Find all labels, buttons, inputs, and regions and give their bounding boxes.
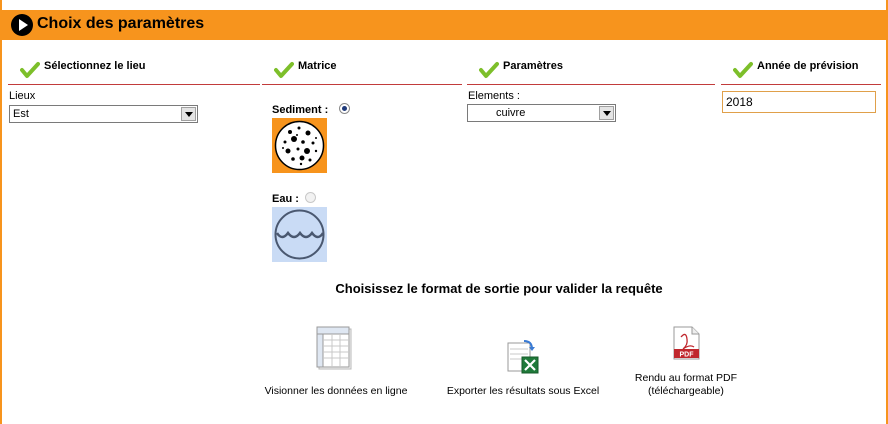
- view-online-label: Visionner les données en ligne: [264, 385, 408, 397]
- sediment-icon[interactable]: [272, 118, 327, 173]
- column-label: Sélectionnez le lieu: [44, 60, 146, 72]
- spreadsheet-icon: [316, 326, 352, 370]
- chevron-down-icon[interactable]: [599, 106, 614, 120]
- checkmark-icon: [733, 62, 753, 78]
- lieux-label: Lieux: [9, 90, 36, 102]
- chevron-down-icon[interactable]: [181, 107, 196, 121]
- water-wave-icon[interactable]: [272, 207, 327, 262]
- eau-radio[interactable]: [305, 192, 316, 203]
- svg-text:PDF: PDF: [680, 352, 695, 359]
- column-label: Matrice: [298, 60, 337, 72]
- elements-select[interactable]: cuivre: [467, 104, 616, 122]
- column-header-parametres: Paramètres: [467, 57, 715, 85]
- output-format-prompt: Choisissez le format de sortie pour vali…: [335, 281, 663, 296]
- column-header-annee: Année de prévision: [721, 57, 881, 85]
- pdf-label-line2: (téléchargeable): [648, 385, 724, 397]
- lieux-selected-value: Est: [13, 108, 29, 120]
- column-header-lieu: Sélectionnez le lieu: [8, 57, 260, 85]
- column-label: Année de prévision: [757, 60, 859, 72]
- excel-export-icon: [507, 340, 539, 374]
- export-excel-button[interactable]: Exporter les résultats sous Excel: [440, 335, 606, 400]
- play-icon: [11, 14, 33, 36]
- view-online-button[interactable]: Visionner les données en ligne: [258, 325, 414, 400]
- section-header: Choix des paramètres: [0, 10, 888, 40]
- pdf-render-button[interactable]: PDF Rendu au format PDF (téléchargeable): [628, 325, 744, 400]
- sediment-radio[interactable]: [339, 103, 350, 114]
- pdf-label-line1: Rendu au format PDF: [634, 372, 738, 384]
- export-excel-label: Exporter les résultats sous Excel: [446, 385, 600, 397]
- column-header-matrice: Matrice: [262, 57, 462, 85]
- checkmark-icon: [479, 62, 499, 78]
- checkmark-icon: [20, 62, 40, 78]
- eau-label: Eau :: [272, 193, 299, 205]
- column-label: Paramètres: [503, 60, 563, 72]
- sediment-label: Sediment :: [272, 104, 329, 116]
- elements-selected-value: cuivre: [496, 107, 526, 119]
- pdf-icon: PDF: [673, 326, 700, 360]
- annee-input[interactable]: [722, 91, 876, 113]
- checkmark-icon: [274, 62, 294, 78]
- section-title: Choix des paramètres: [37, 15, 205, 32]
- elements-label: Elements :: [468, 90, 520, 102]
- lieux-select[interactable]: Est: [9, 105, 198, 123]
- page-border-left: [0, 0, 2, 424]
